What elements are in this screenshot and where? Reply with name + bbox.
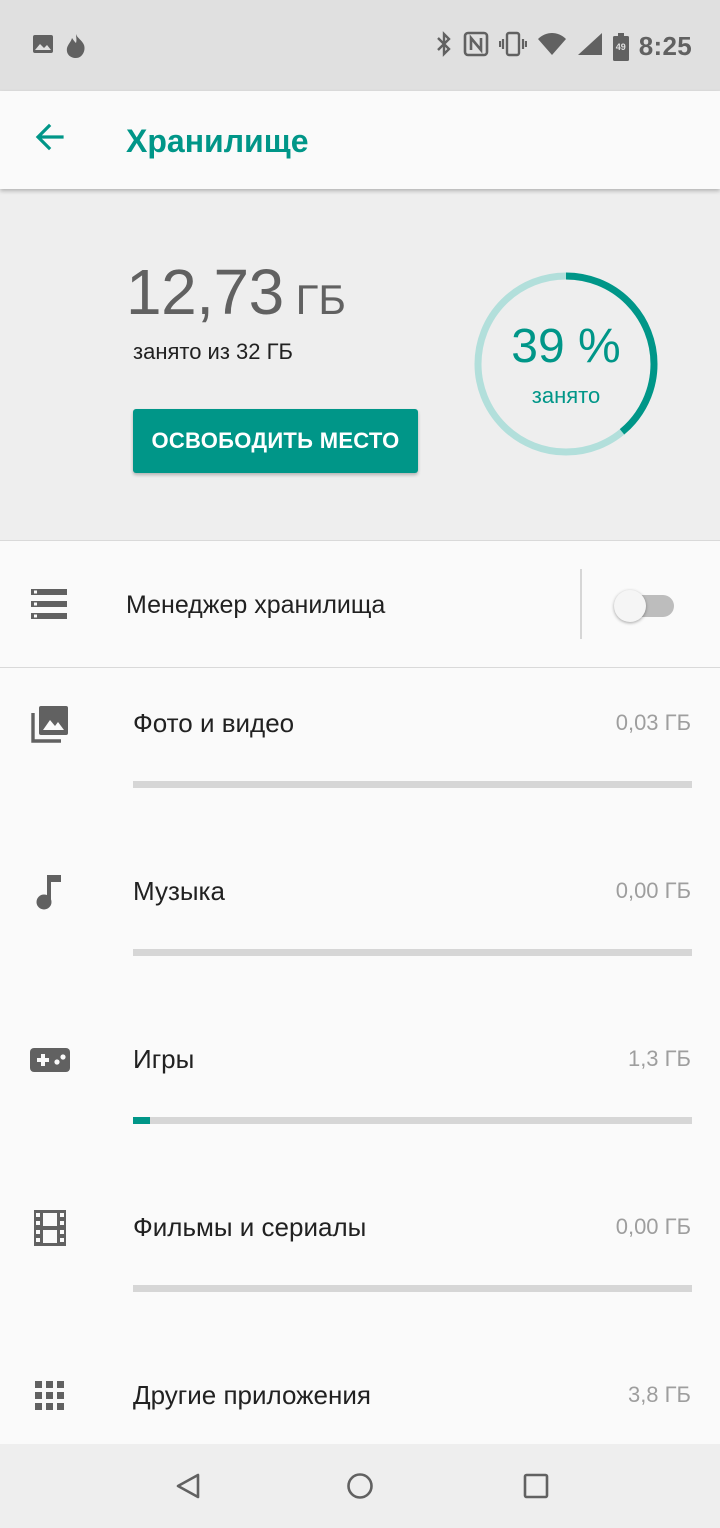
category-label: Игры (133, 1044, 195, 1074)
category-label: Музыка (133, 876, 225, 906)
image-icon (32, 33, 54, 64)
page-title: Хранилище (126, 123, 309, 159)
apps-grid-icon (30, 1376, 70, 1416)
navigation-bar (0, 1444, 720, 1528)
bluetooth-icon (435, 30, 453, 63)
movie-icon (30, 1208, 70, 1248)
used-value: 12,73 (126, 256, 284, 328)
clock: 8:25 (638, 31, 692, 61)
category-usage-bar (133, 1117, 692, 1124)
fire-icon (64, 33, 88, 64)
category-usage-bar (133, 781, 692, 788)
category-movies-tv[interactable]: Фильмы и сериалы 0,00 ГБ (0, 1172, 720, 1340)
battery-level: 49 (615, 41, 626, 52)
storage-icon (31, 589, 67, 624)
nav-recents-button[interactable] (514, 1466, 558, 1506)
category-usage-bar (133, 949, 692, 956)
storage-manager-row[interactable]: Менеджер хранилища (0, 541, 720, 668)
back-button[interactable] (28, 115, 72, 159)
storage-summary: 12,73 ГБ занято из 32 ГБ ОСВОБОДИТЬ МЕСТ… (0, 189, 720, 541)
category-usage-fill (133, 1117, 150, 1124)
category-label: Фильмы и сериалы (133, 1212, 367, 1242)
usage-ring: 39 % занято (471, 269, 661, 459)
category-usage-bar (133, 1285, 692, 1292)
category-photos-videos[interactable]: Фото и видео 0,03 ГБ (0, 668, 720, 836)
used-unit: ГБ (295, 276, 346, 323)
app-bar: Хранилище (0, 91, 720, 189)
gamepad-icon (30, 1040, 70, 1080)
nav-back-button[interactable] (166, 1466, 210, 1506)
free-up-space-button[interactable]: ОСВОБОДИТЬ МЕСТО (133, 409, 418, 473)
divider (580, 569, 582, 639)
category-games[interactable]: Игры 1,3 ГБ (0, 1004, 720, 1172)
category-music[interactable]: Музыка 0,00 ГБ (0, 836, 720, 1004)
storage-manager-toggle[interactable] (614, 590, 674, 622)
used-amount: 12,73 ГБ (126, 255, 346, 329)
category-label: Другие приложения (133, 1380, 371, 1410)
category-size: 0,03 ГБ (615, 710, 691, 735)
category-size: 0,00 ГБ (615, 878, 691, 903)
nfc-icon (463, 31, 489, 62)
vibrate-icon (498, 31, 527, 62)
category-size: 3,8 ГБ (627, 1382, 691, 1407)
status-bar: 49 8:25 (0, 0, 720, 91)
used-of-total: занято из 32 ГБ (133, 339, 293, 364)
photo-library-icon (30, 704, 70, 744)
usage-percent: 39 % (511, 320, 621, 373)
storage-manager-label: Менеджер хранилища (126, 591, 386, 619)
back-triangle-icon (176, 1473, 200, 1499)
category-size: 0,00 ГБ (615, 1214, 691, 1239)
battery-icon: 49 (612, 32, 629, 61)
wifi-icon (537, 32, 567, 61)
toggle-thumb (614, 590, 646, 622)
arrow-back-icon (35, 123, 64, 151)
signal-icon (577, 32, 603, 61)
usage-percent-label: занято (531, 383, 601, 408)
category-size: 1,3 ГБ (627, 1046, 691, 1071)
category-label: Фото и видео (133, 708, 295, 738)
home-circle-icon (347, 1473, 373, 1499)
music-note-icon (30, 872, 70, 912)
recents-square-icon (523, 1473, 549, 1499)
nav-home-button[interactable] (338, 1466, 382, 1506)
